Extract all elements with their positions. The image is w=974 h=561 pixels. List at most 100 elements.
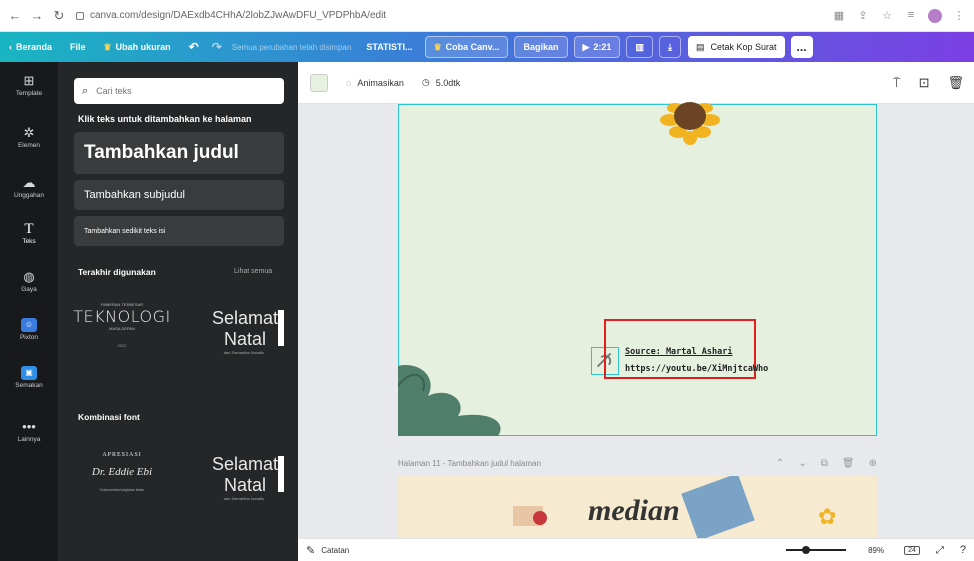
editor-toolbar: ‹ Beranda File ♛ Ubah ukuran ↶ ↷ Semua p… [0, 32, 974, 62]
clock-icon: ◷ [421, 77, 430, 87]
extension-icon[interactable]: ▦ [832, 9, 846, 23]
zoom-level[interactable]: 89% [868, 546, 884, 555]
rail-item-template[interactable]: ⊞ Template [0, 74, 58, 98]
animate-icon: ◌ [346, 77, 352, 88]
undo-icon: ↶ [188, 40, 199, 54]
paint-format-icon[interactable]: ⍑ [893, 75, 901, 91]
text-icon: T [24, 221, 34, 237]
page-11-preview[interactable]: median ✿ [398, 476, 877, 538]
fullscreen-icon[interactable]: ⤢ [936, 545, 944, 556]
page-11-title[interactable]: Halaman 11 - Tambahkan judul halaman [398, 459, 541, 468]
app-icon: ▣ [21, 366, 37, 380]
sunflower-image[interactable] [640, 98, 740, 146]
notes-icon[interactable]: ✎ [306, 544, 315, 557]
browser-actions: ▦ ⇪ ☆ ≡ ⋮ [822, 8, 966, 23]
zoom-slider-knob[interactable] [801, 546, 810, 554]
source-url-text[interactable]: https://youtu.be/XiMnjtcaWho [625, 364, 768, 374]
rail-item-text[interactable]: T Teks [0, 221, 58, 246]
add-page-icon[interactable]: ⊕ [869, 458, 877, 469]
trash-icon[interactable]: 🗑 [947, 75, 964, 91]
rail-item-app[interactable]: ▣ Semakan [0, 366, 58, 389]
resize-button[interactable]: ♛ Ubah ukuran [95, 32, 180, 62]
upload-icon: ☁ [22, 175, 36, 190]
animate-button[interactable]: ◌ Animasikan [346, 78, 404, 88]
address-bar[interactable]: canva.com/design/DAExdb4CHhA/2lobZJwAwDF… [76, 10, 386, 21]
share-button[interactable]: Bagikan [514, 36, 568, 58]
design-title-label: STATISTI... [366, 42, 413, 52]
lock-icon[interactable]: ⊡ [919, 75, 930, 91]
rail-item-styles[interactable]: ◍ Gaya [0, 270, 58, 294]
font-combo-appreciation[interactable]: APRESIASI Dr. Eddie Ebi Dokumentasi kegi… [72, 452, 172, 522]
recent-font-technology[interactable]: PAMERAN TERBESAR TEKNOLOGI MASA DEPAN 20… [72, 302, 172, 372]
redo-button[interactable]: ↷ [208, 32, 226, 62]
more-options-button[interactable]: ... [790, 36, 813, 58]
page-count-badge[interactable]: 24 [904, 545, 920, 555]
font-combo-christmas[interactable]: Selamat Natal dari Samantha Nuvalls [188, 454, 284, 524]
chevron-up-icon[interactable]: ⌃ [776, 458, 784, 469]
duration-button[interactable]: ◷ 5.0dtk [422, 77, 460, 88]
combo-text: Dokumentasi kegiatan kelas [100, 488, 144, 492]
rail-label: Semakan [15, 382, 43, 389]
search-input[interactable] [96, 86, 257, 96]
chevron-left-icon: ‹ [9, 42, 12, 52]
editor-footer: ✎ Catatan 89% 24 ⤢ ? [298, 538, 974, 561]
background-color-swatch[interactable] [310, 73, 328, 92]
see-all-link[interactable]: Lihat semua [234, 268, 272, 275]
combo-text: Natal [223, 329, 266, 349]
present-button[interactable]: ▶ 2:21 [573, 36, 621, 58]
play-icon: ▶ [582, 41, 590, 52]
add-heading-button[interactable]: Tambahkan judul [74, 132, 284, 174]
delete-page-icon[interactable]: 🗑 [842, 458, 855, 469]
profile-avatar[interactable] [928, 8, 942, 23]
home-button[interactable]: ‹ Beranda [0, 32, 61, 62]
combo-text: APRESIASI [102, 452, 142, 458]
add-body-text-button[interactable]: Tambahkan sedikit teks isi [74, 216, 284, 246]
rail-item-uploads[interactable]: ☁ Unggahan [0, 175, 58, 200]
page-tools: ⌃ ⌄ ⧉ 🗑 ⊕ [776, 458, 877, 469]
side-rail: ⊞ Template ✲ Elemen ☁ Unggahan T Teks ◍ Gaya … [0, 62, 58, 561]
combo-text: TEKNOLOGI [73, 307, 171, 326]
insights-button[interactable]: ▥ [626, 36, 653, 58]
back-icon[interactable]: ← [8, 8, 22, 23]
combo-text: 2022 [117, 343, 127, 348]
source-text[interactable]: Source: Martal Ashari [625, 347, 732, 357]
share-label: Bagikan [523, 42, 559, 52]
rail-label: Unggahan [14, 192, 44, 199]
browser-chrome: ← → ↻ canva.com/design/DAExdb4CHhA/2lobZ… [0, 0, 974, 32]
exclamation-bar [278, 456, 284, 492]
file-menu-button[interactable]: File [61, 32, 95, 62]
bookmark-icon[interactable]: ☆ [880, 9, 894, 23]
duration-label: 5.0dtk [435, 77, 461, 88]
search-box[interactable]: ⌕ [74, 78, 284, 104]
duplicate-page-icon[interactable]: ⧉ [821, 458, 828, 469]
forward-icon[interactable]: → [30, 8, 44, 23]
reload-icon[interactable]: ↻ [52, 8, 66, 23]
lock-icon [76, 11, 84, 20]
chevron-right-icon[interactable]: › [280, 330, 284, 345]
blue-shape [681, 476, 755, 538]
design-title[interactable]: STATISTI... [357, 32, 421, 62]
rail-item-more[interactable]: ••• Lainnya [0, 420, 58, 444]
reading-list-icon[interactable]: ≡ [904, 9, 918, 23]
notes-button[interactable]: Catatan [321, 546, 349, 555]
print-button[interactable]: ▤ Cetak Kop Surat [687, 36, 785, 58]
pixton-icon: ☺ [21, 318, 37, 332]
share-page-icon[interactable]: ⇪ [856, 9, 870, 23]
combo-text: Selamat [211, 308, 278, 328]
zoom-slider[interactable] [786, 546, 847, 554]
rail-item-elements[interactable]: ✲ Elemen [0, 126, 58, 150]
undo-button[interactable]: ↶ [180, 32, 208, 62]
help-icon[interactable]: ? [960, 544, 966, 556]
more-dots-icon: ... [796, 40, 807, 54]
add-subheading-button[interactable]: Tambahkan subjudul [74, 180, 284, 210]
rail-item-pixton[interactable]: ☺ Pixton [0, 318, 58, 341]
decorative-blob-shape[interactable] [398, 356, 536, 436]
download-icon: ⤓ [667, 41, 672, 52]
file-label: File [70, 42, 86, 52]
download-button[interactable]: ⤓ [658, 36, 681, 58]
menu-icon[interactable]: ⋮ [952, 9, 966, 23]
try-canva-pro-button[interactable]: ♛ Coba Canv... [424, 36, 509, 58]
chevron-down-icon[interactable]: ⌄ [798, 458, 806, 469]
click-hint: Klik teks untuk ditambahkan ke halaman [78, 114, 252, 124]
recent-font-christmas[interactable]: Selamat Natal dari Samantha Nuvalls [188, 308, 284, 378]
